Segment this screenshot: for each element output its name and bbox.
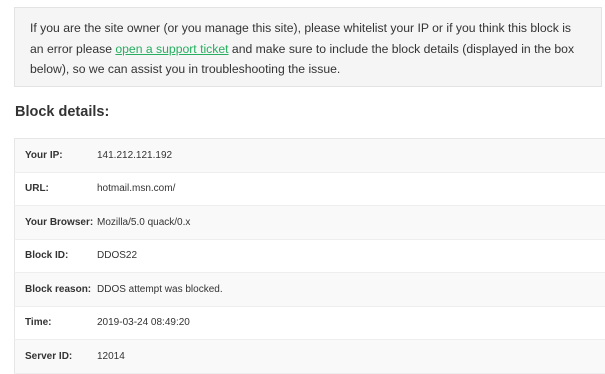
detail-value: 12014 [97,340,605,374]
detail-label: Server ID: [15,340,98,374]
detail-value: DDOS22 [97,239,605,273]
detail-value: 2019-03-24 08:49:20 [97,306,605,340]
detail-row-time: Time: 2019-03-24 08:49:20 [15,306,605,340]
detail-row-server-id: Server ID: 12014 [15,340,605,374]
detail-row-block-reason: Block reason: DDOS attempt was blocked. [15,273,605,307]
detail-label: Block reason: [15,273,98,307]
detail-label: Your Browser: [15,206,98,240]
detail-value: DDOS attempt was blocked. [97,273,605,307]
detail-label: URL: [15,172,98,206]
notice-box: If you are the site owner (or you manage… [14,7,602,87]
detail-label: Time: [15,306,98,340]
detail-row-browser: Your Browser: Mozilla/5.0 quack/0.x [15,206,605,240]
detail-row-block-id: Block ID: DDOS22 [15,239,605,273]
block-details-table: Your IP: 141.212.121.192 URL: hotmail.ms… [14,138,605,374]
detail-label: Your IP: [15,139,98,173]
detail-row-ip: Your IP: 141.212.121.192 [15,139,605,173]
detail-value: 141.212.121.192 [97,139,605,173]
support-ticket-link[interactable]: open a support ticket [115,42,228,56]
detail-row-url: URL: hotmail.msn.com/ [15,172,605,206]
detail-value: Mozilla/5.0 quack/0.x [97,206,605,240]
detail-value: hotmail.msn.com/ [97,172,605,206]
block-details-heading: Block details: [15,104,109,120]
detail-label: Block ID: [15,239,98,273]
